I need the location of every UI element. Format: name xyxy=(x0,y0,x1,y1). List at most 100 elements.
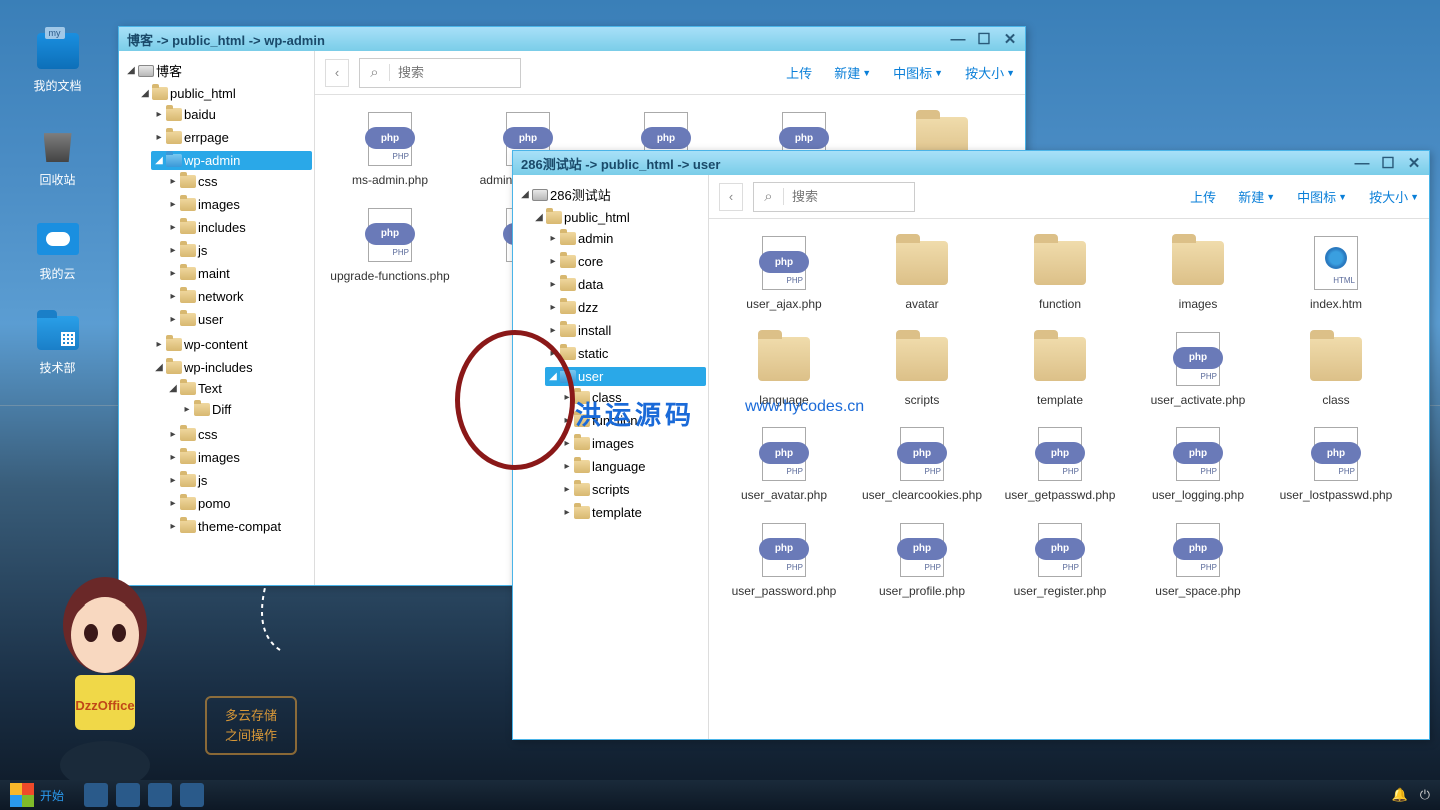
tree-item[interactable]: ▸ errpage xyxy=(151,128,312,147)
search-input[interactable] xyxy=(784,183,914,211)
minimize-button[interactable]: — xyxy=(951,32,965,46)
file-item[interactable]: user_activate.php xyxy=(1133,331,1263,409)
php-icon xyxy=(364,111,416,167)
tree-item[interactable]: ▸ baidu xyxy=(151,105,312,124)
sort-button[interactable]: 按大小▼ xyxy=(965,63,1015,82)
tree-item[interactable]: ▸ language xyxy=(559,457,706,476)
taskbar-item[interactable] xyxy=(84,783,108,807)
tree-item[interactable]: ◢ Text xyxy=(165,379,312,398)
tree-item[interactable]: ▸ dzz xyxy=(545,298,706,317)
start-button[interactable] xyxy=(10,783,34,807)
close-button[interactable]: ✕ xyxy=(1407,156,1421,170)
tree-item[interactable]: ▸ css xyxy=(165,172,312,191)
tree-item[interactable]: ◢ public_html xyxy=(531,208,706,227)
desktop-icon-cloud[interactable]: 我的云 xyxy=(30,218,85,282)
nav-back-button[interactable]: ‹ xyxy=(719,183,743,211)
file-item[interactable]: upgrade-functions.php xyxy=(325,207,455,285)
tree-item[interactable]: ▸ js xyxy=(165,241,312,260)
desktop-icons: 我的文档 回收站 我的云 技术部 xyxy=(30,30,85,376)
file-item[interactable]: template xyxy=(995,331,1125,409)
tree-item[interactable]: ▸ core xyxy=(545,252,706,271)
tree-item[interactable]: ▸ wp-content xyxy=(151,335,312,354)
file-item[interactable]: user_logging.php xyxy=(1133,426,1263,504)
tree-item[interactable]: ◢ user xyxy=(545,367,706,386)
file-item[interactable]: avatar xyxy=(857,235,987,313)
php-icon xyxy=(1034,522,1086,578)
tree-item[interactable]: ▸ data xyxy=(545,275,706,294)
tree-item[interactable]: ▸ css xyxy=(165,425,312,444)
tree-item[interactable]: ◢ wp-includes xyxy=(151,358,312,377)
tree-item[interactable]: ▸ pomo xyxy=(165,494,312,513)
file-item[interactable]: user_lostpasswd.php xyxy=(1271,426,1401,504)
file-item[interactable]: user_password.php xyxy=(719,522,849,600)
file-name: user_ajax.php xyxy=(746,297,821,313)
file-item[interactable]: user_profile.php xyxy=(857,522,987,600)
search-icon: ⌕ xyxy=(360,64,390,81)
tree-item[interactable]: ▸ js xyxy=(165,471,312,490)
tree-item[interactable]: ▸ admin xyxy=(545,229,706,248)
mascot-character: DzzOffice xyxy=(15,565,195,795)
tree-item[interactable]: ◢ wp-admin xyxy=(151,151,312,170)
tree-item[interactable]: ▸ network xyxy=(165,287,312,306)
tree-item[interactable]: ▸ images xyxy=(559,434,706,453)
file-item[interactable]: user_space.php xyxy=(1133,522,1263,600)
desktop-icon-documents[interactable]: 我的文档 xyxy=(30,30,85,94)
tree-item[interactable]: ▸ class xyxy=(559,388,706,407)
maximize-button[interactable]: ☐ xyxy=(977,32,991,46)
php-icon xyxy=(758,522,810,578)
close-button[interactable]: ✕ xyxy=(1003,32,1017,46)
search-box[interactable]: ⌕ xyxy=(753,182,915,212)
file-item[interactable]: scripts xyxy=(857,331,987,409)
new-button[interactable]: 新建▼ xyxy=(834,63,871,82)
tree-item[interactable]: ▸ install xyxy=(545,321,706,340)
tree-item[interactable]: ▸ function xyxy=(559,411,706,430)
file-item[interactable]: class xyxy=(1271,331,1401,409)
tree-item[interactable]: ▸ static xyxy=(545,344,706,363)
titlebar[interactable]: 286测试站 -> public_html -> user — ☐ ✕ xyxy=(513,151,1429,175)
php-icon xyxy=(758,426,810,482)
folder-icon xyxy=(1310,331,1362,387)
file-name: user_clearcookies.php xyxy=(862,488,982,504)
tree-item[interactable]: ▸ theme-compat xyxy=(165,517,312,536)
tree-item[interactable]: ▸ Diff xyxy=(179,400,312,419)
power-icon[interactable]: ⏻ xyxy=(1420,787,1430,803)
nav-back-button[interactable]: ‹ xyxy=(325,59,349,87)
file-item[interactable]: index.htm xyxy=(1271,235,1401,313)
tree-root[interactable]: ◢ 博客 xyxy=(123,59,312,82)
view-button[interactable]: 中图标▼ xyxy=(893,63,943,82)
titlebar[interactable]: 博客 -> public_html -> wp-admin — ☐ ✕ xyxy=(119,27,1025,51)
desktop-icon-tech[interactable]: 技术部 xyxy=(30,312,85,376)
taskbar-item[interactable] xyxy=(148,783,172,807)
maximize-button[interactable]: ☐ xyxy=(1381,156,1395,170)
file-item[interactable]: images xyxy=(1133,235,1263,313)
tree-item[interactable]: ▸ template xyxy=(559,503,706,522)
minimize-button[interactable]: — xyxy=(1355,156,1369,170)
search-box[interactable]: ⌕ xyxy=(359,58,521,88)
notification-icon[interactable]: 🔔 xyxy=(1392,787,1408,803)
upload-button[interactable]: 上传 xyxy=(1190,187,1216,206)
file-item[interactable]: user_avatar.php xyxy=(719,426,849,504)
new-button[interactable]: 新建▼ xyxy=(1238,187,1275,206)
upload-button[interactable]: 上传 xyxy=(786,63,812,82)
tree-item[interactable]: ▸ includes xyxy=(165,218,312,237)
tree-item[interactable]: ▸ scripts xyxy=(559,480,706,499)
sort-button[interactable]: 按大小▼ xyxy=(1369,187,1419,206)
view-button[interactable]: 中图标▼ xyxy=(1297,187,1347,206)
tree-item[interactable]: ▸ maint xyxy=(165,264,312,283)
file-item[interactable]: user_getpasswd.php xyxy=(995,426,1125,504)
tree-item[interactable]: ▸ images xyxy=(165,195,312,214)
tree-item[interactable]: ▸ user xyxy=(165,310,312,329)
desktop-icon-trash[interactable]: 回收站 xyxy=(30,124,85,188)
file-item[interactable]: function xyxy=(995,235,1125,313)
tree-item[interactable]: ◢ public_html xyxy=(137,84,312,103)
file-item[interactable]: ms-admin.php xyxy=(325,111,455,189)
file-item[interactable]: user_register.php xyxy=(995,522,1125,600)
tree-item[interactable]: ▸ images xyxy=(165,448,312,467)
taskbar-item[interactable] xyxy=(180,783,204,807)
tree-root[interactable]: ◢ 286测试站 xyxy=(517,183,706,206)
taskbar-item[interactable] xyxy=(116,783,140,807)
file-item[interactable]: user_ajax.php xyxy=(719,235,849,313)
file-item[interactable]: language xyxy=(719,331,849,409)
file-item[interactable]: user_clearcookies.php xyxy=(857,426,987,504)
search-input[interactable] xyxy=(390,59,520,87)
